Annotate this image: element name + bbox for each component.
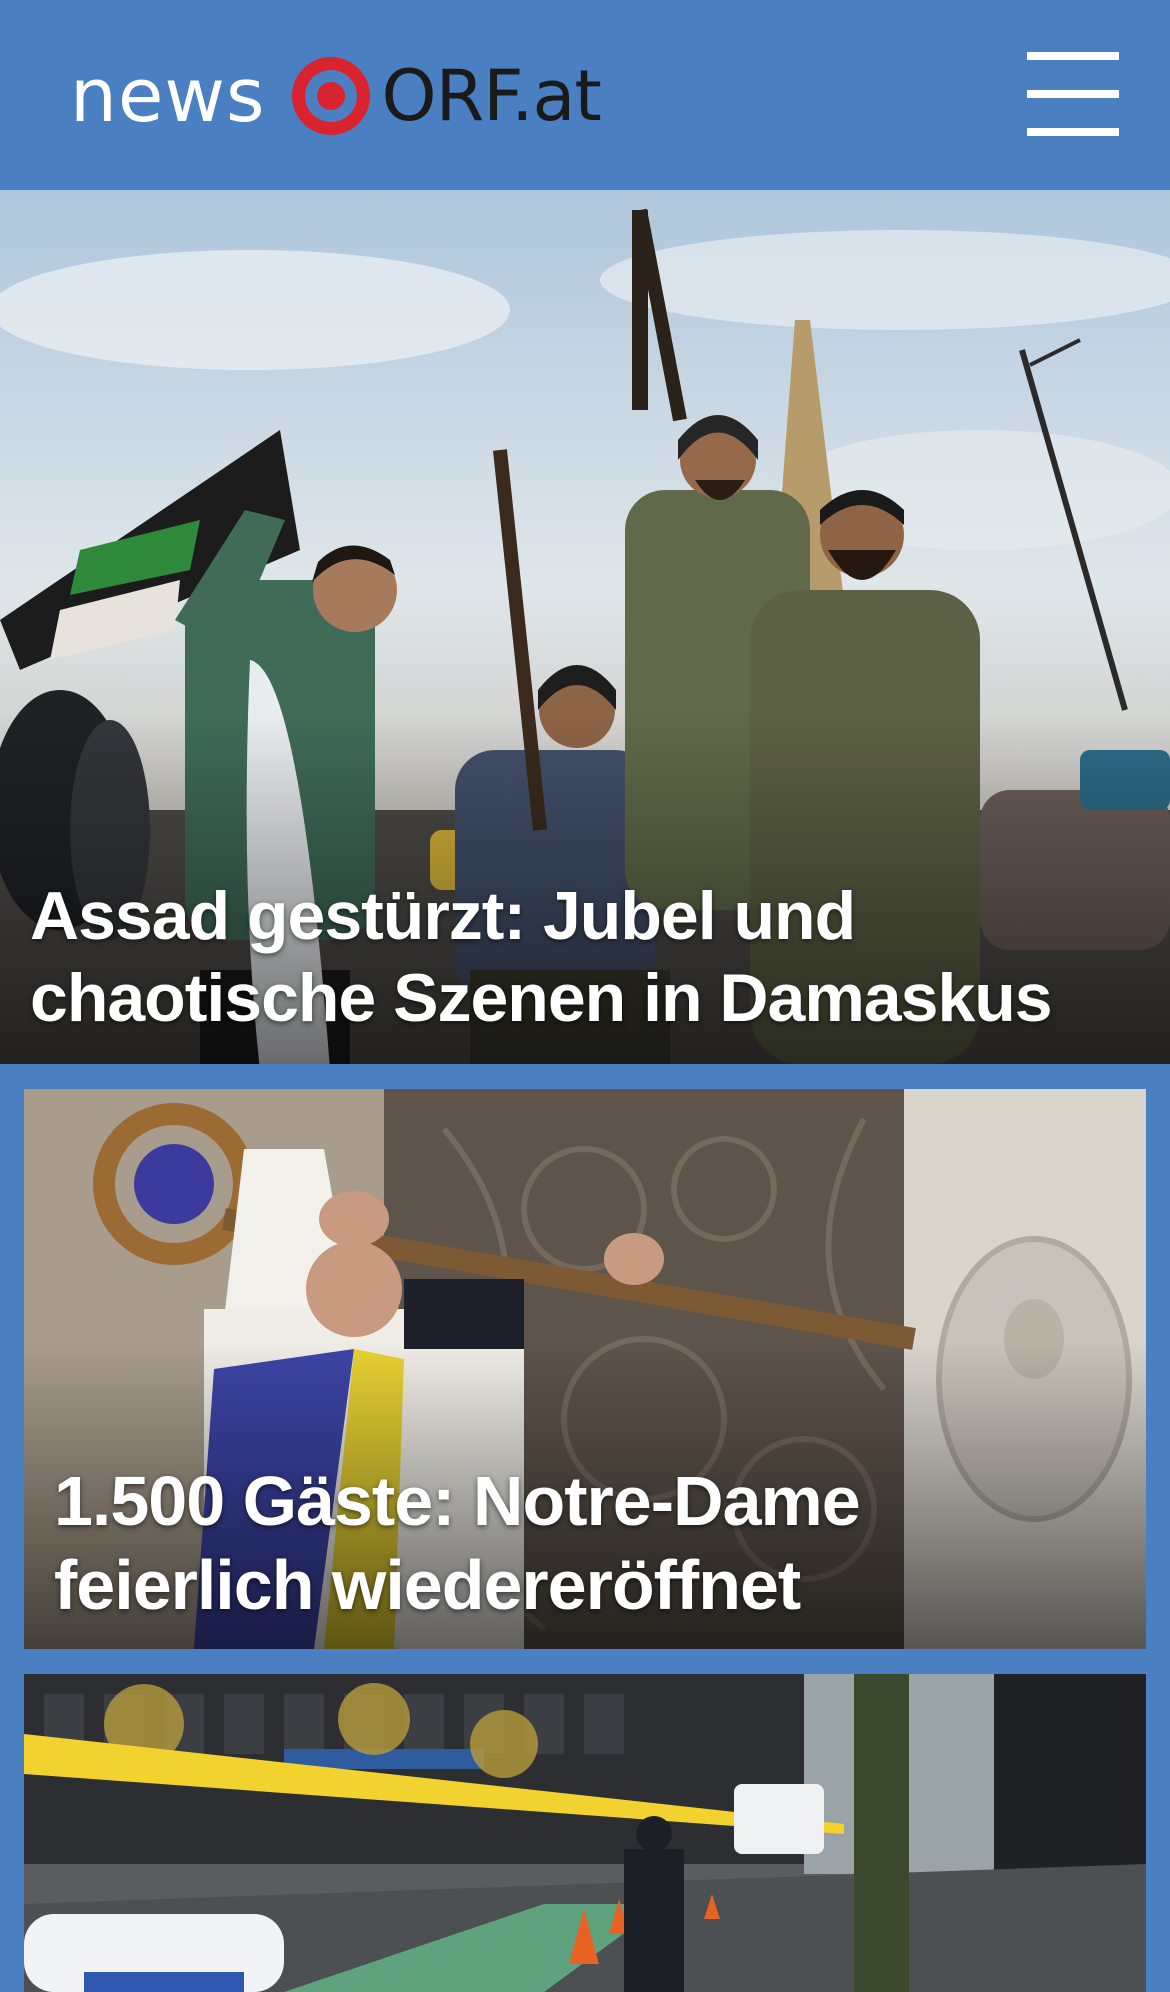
article-headline[interactable]: 1.500 Gäste: Notre-Dame feierlich wieder…	[54, 1459, 1114, 1627]
article-card-notre-dame[interactable]: 1.500 Gäste: Notre-Dame feierlich wieder…	[24, 1089, 1146, 1649]
news-orf-logo[interactable]: news ORF.at	[70, 46, 602, 146]
article-headline[interactable]: Assad gestürzt: Jubel und chaotische Sze…	[30, 876, 1150, 1039]
photo-police-tape-street	[24, 1674, 1146, 1992]
article-card-police-scene[interactable]	[24, 1674, 1146, 1992]
orf-target-icon	[291, 57, 370, 135]
top-header: news ORF.at	[0, 0, 1170, 190]
article-card-assad[interactable]: Assad gestürzt: Jubel und chaotische Sze…	[0, 190, 1170, 1064]
logo-news-text: news	[70, 53, 266, 139]
hamburger-menu-icon[interactable]	[1022, 50, 1122, 140]
logo-orf-text: ORF.at	[381, 55, 602, 137]
